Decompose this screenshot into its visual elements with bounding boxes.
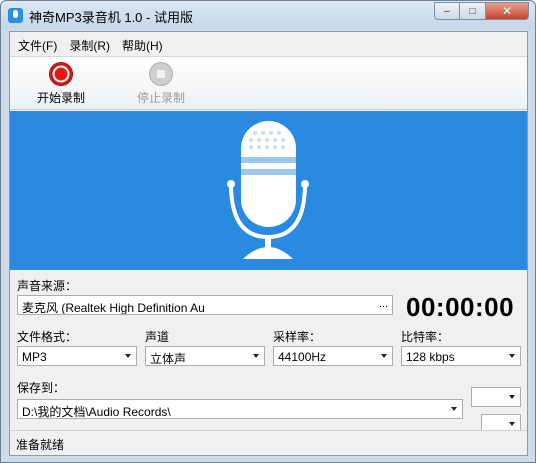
format-select[interactable]: MP3: [17, 346, 137, 366]
minimize-button[interactable]: –: [434, 2, 460, 20]
menu-help[interactable]: 帮助(H): [117, 32, 168, 56]
format-value: MP3: [22, 350, 47, 364]
save-path-select[interactable]: D:\我的文档\Audio Records\: [17, 399, 463, 419]
source-field[interactable]: 麦克风 (Realtek High Definition Au ...: [17, 295, 393, 315]
close-icon: ✕: [501, 4, 513, 18]
status-text: 准备就绪: [16, 438, 65, 452]
samplerate-value: 44100Hz: [278, 350, 327, 364]
menu-record[interactable]: 录制(R): [64, 32, 115, 56]
app-icon[interactable]: [8, 8, 23, 23]
start-record-button[interactable]: 开始录制: [26, 63, 96, 106]
toolbar: 开始录制 停止录制: [10, 56, 527, 110]
chevron-down-icon: [125, 354, 131, 358]
microphone-icon: [227, 121, 309, 259]
bitrate-select[interactable]: 128 kbps: [401, 346, 521, 366]
save-path-value: D:\我的文档\Audio Records\: [22, 405, 171, 419]
channel-label: 声道: [145, 330, 170, 344]
stop-icon: [150, 63, 172, 85]
menu-bar: 文件(F) 录制(R) 帮助(H): [10, 32, 527, 56]
maximize-button[interactable]: □: [460, 2, 486, 20]
bitrate-value: 128 kbps: [406, 350, 455, 364]
title-bar[interactable]: 神奇MP3录音机 1.0 - 试用版 – □ ✕: [1, 1, 535, 29]
elapsed-timer: 00:00:00: [406, 292, 515, 322]
samplerate-label: 采样率：: [273, 330, 322, 344]
window-controls: – □ ✕: [434, 2, 529, 20]
save-label: 保存到：: [17, 381, 66, 395]
samplerate-select[interactable]: 44100Hz: [273, 346, 393, 366]
menu-file[interactable]: 文件(F): [13, 32, 62, 56]
chevron-down-icon: [509, 395, 515, 399]
status-bar: 准备就绪: [10, 430, 527, 455]
stop-record-button[interactable]: 停止录制: [126, 63, 196, 106]
source-label: 声音来源：: [17, 279, 78, 293]
chevron-down-icon: [509, 422, 515, 426]
bitrate-label: 比特率：: [401, 330, 450, 344]
source-browse-button[interactable]: ...: [379, 298, 388, 310]
close-button[interactable]: ✕: [486, 2, 529, 20]
settings-panel: 声音来源： 麦克风 (Realtek High Definition Au ..…: [10, 270, 527, 434]
window-title: 神奇MP3录音机 1.0 - 试用版: [29, 10, 193, 25]
app-window: 神奇MP3录音机 1.0 - 试用版 – □ ✕ 文件(F) 录制(R) 帮助(…: [0, 0, 536, 463]
extra-select-1[interactable]: [471, 387, 521, 407]
chevron-down-icon: [451, 407, 457, 411]
chevron-down-icon: [509, 354, 515, 358]
source-value: 麦克风 (Realtek High Definition Au: [22, 301, 205, 315]
start-record-label: 开始录制: [36, 91, 85, 105]
minimize-icon: –: [444, 5, 450, 17]
client-area: 文件(F) 录制(R) 帮助(H) 开始录制 停止录制 声音来源： 麦克风 (R…: [9, 31, 528, 456]
record-icon: [50, 63, 72, 85]
chevron-down-icon: [253, 354, 259, 358]
microphone-banner: [10, 111, 527, 270]
stop-record-label: 停止录制: [136, 91, 185, 105]
chevron-down-icon: [381, 354, 387, 358]
channel-select[interactable]: 立体声: [145, 346, 265, 366]
maximize-icon: □: [469, 5, 476, 17]
format-label: 文件格式：: [17, 330, 78, 344]
channel-value: 立体声: [150, 352, 187, 366]
